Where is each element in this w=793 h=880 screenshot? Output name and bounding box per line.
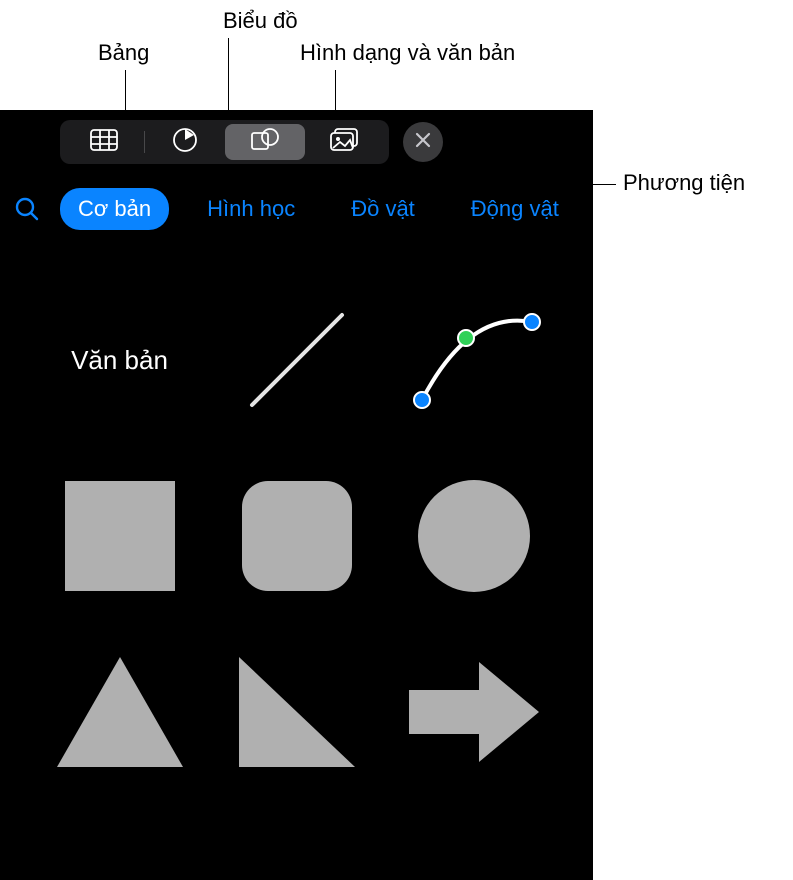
shape-text-label: Văn bản xyxy=(71,345,168,376)
chart-icon xyxy=(172,127,198,158)
callout-line xyxy=(125,70,126,110)
callout-line xyxy=(228,38,229,110)
right-triangle-icon xyxy=(239,657,355,767)
shapes-icon xyxy=(250,127,280,158)
shape-right-triangle[interactable] xyxy=(223,652,370,772)
picture-icon xyxy=(330,128,360,157)
tab-animals[interactable]: Động vật xyxy=(453,188,577,230)
shape-pen-curve[interactable] xyxy=(400,300,547,420)
shape-triangle[interactable] xyxy=(46,652,193,772)
shape-text[interactable]: Văn bản xyxy=(46,300,193,420)
insert-panel: Cơ bản Hình học Đồ vật Động vật T Văn bả… xyxy=(0,110,593,880)
tab-basic[interactable]: Cơ bản xyxy=(60,188,169,230)
close-button[interactable] xyxy=(403,122,443,162)
category-tabs: Cơ bản Hình học Đồ vật Động vật T xyxy=(0,164,593,244)
shape-circle[interactable] xyxy=(400,476,547,596)
square-icon xyxy=(65,481,175,591)
callout-charts-label: Biểu đồ xyxy=(223,8,298,34)
rounded-square-icon xyxy=(242,481,352,591)
callout-shapes-label: Hình dạng và văn bản xyxy=(300,40,515,66)
charts-tab-button[interactable] xyxy=(145,124,225,160)
pen-curve-icon xyxy=(404,300,544,420)
shape-line[interactable] xyxy=(223,300,370,420)
toolbar xyxy=(60,120,577,164)
triangle-icon xyxy=(57,657,183,767)
media-tab-button[interactable] xyxy=(305,124,385,160)
shapes-tab-button[interactable] xyxy=(225,124,305,160)
callout-tables-label: Bảng xyxy=(98,40,149,66)
shapes-grid: Văn bản xyxy=(0,244,593,812)
tables-tab-button[interactable] xyxy=(64,124,144,160)
table-icon xyxy=(90,129,118,156)
shape-square[interactable] xyxy=(46,476,193,596)
callout-media-label: Phương tiện xyxy=(623,170,745,196)
tab-geometry[interactable]: Hình học xyxy=(189,188,313,230)
close-icon xyxy=(415,131,431,154)
segmented-control xyxy=(60,120,389,164)
search-button[interactable] xyxy=(14,196,40,222)
shape-rounded-square[interactable] xyxy=(223,476,370,596)
line-icon xyxy=(237,300,357,420)
callout-area: Bảng Biểu đồ Hình dạng và văn bản xyxy=(0,0,793,110)
tab-objects[interactable]: Đồ vật xyxy=(333,188,433,230)
circle-icon xyxy=(418,480,530,592)
shape-arrow-right[interactable] xyxy=(400,652,547,772)
arrow-right-icon xyxy=(409,662,539,762)
callout-line xyxy=(335,70,336,110)
